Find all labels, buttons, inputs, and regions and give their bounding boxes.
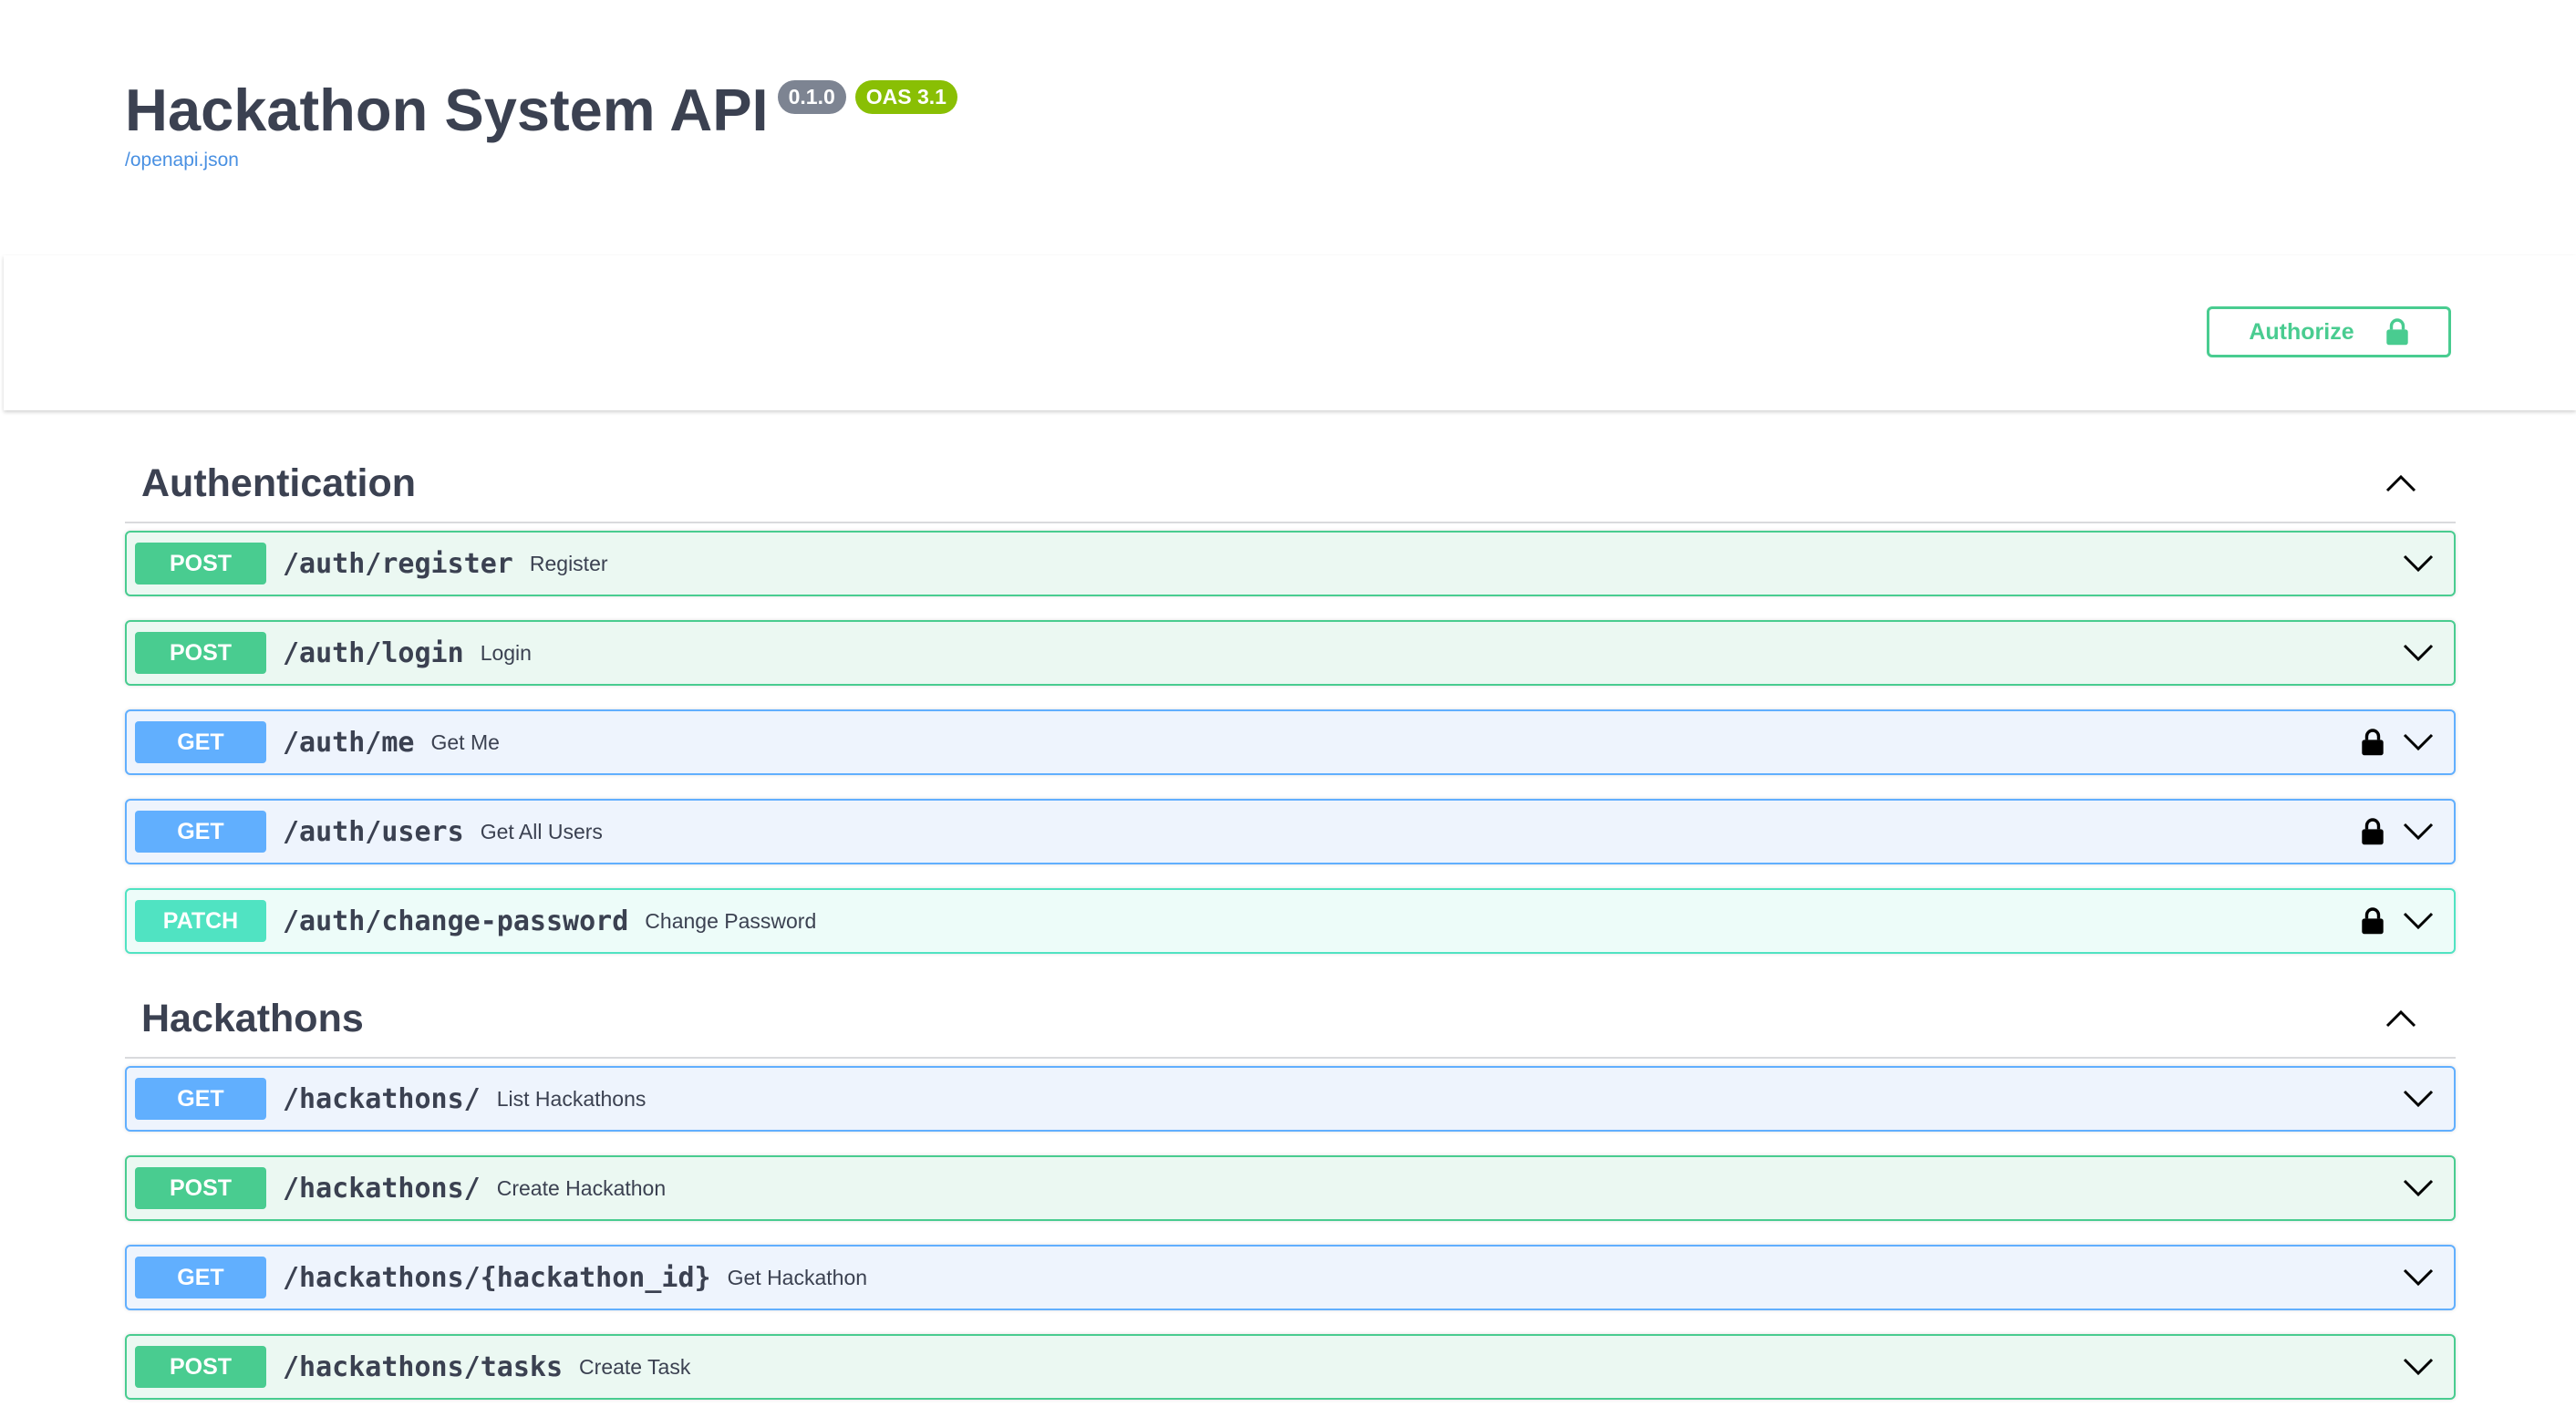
operation-controls [2403,1247,2434,1309]
operation-controls [2361,890,2434,952]
page-title: Hackathon System API [125,77,769,143]
operation-path: /hackathons/ [283,1172,481,1205]
operation-get-hackathon-by-id[interactable]: GET /hackathons/{hackathon_id} Get Hacka… [125,1245,2456,1310]
operation-patch-auth-change-password[interactable]: PATCH /auth/change-password Change Passw… [125,888,2456,954]
operation-summary: Get Hackathon [727,1265,868,1289]
authorize-label: Authorize [2249,318,2354,345]
operation-path: /auth/login [283,636,464,669]
chevron-down-icon[interactable] [2403,912,2434,930]
operation-path: /hackathons/ [283,1082,481,1115]
lock-icon[interactable] [2361,728,2385,757]
chevron-down-icon[interactable] [2403,733,2434,751]
operation-controls [2403,622,2434,684]
operation-post-hackathons-create[interactable]: POST /hackathons/ Create Hackathon [125,1155,2456,1221]
method-badge: POST [135,543,266,585]
tag-section-authentication: Authentication POST /auth/register Regis… [125,445,2456,954]
authorize-button[interactable]: Authorize [2207,306,2451,357]
operation-controls [2361,801,2434,863]
tag-section-hackathons: Hackathons GET /hackathons/ List Hackath… [125,980,2456,1400]
operation-controls [2403,1157,2434,1219]
operation-path: /hackathons/tasks [283,1350,564,1383]
chevron-down-icon[interactable] [2403,1358,2434,1376]
method-badge: POST [135,1167,266,1209]
version-badge: 0.1.0 [777,80,846,114]
operation-summary: Get Me [430,729,500,754]
chevron-down-icon[interactable] [2403,1179,2434,1197]
operation-summary: Create Task [579,1354,691,1379]
tag-name: Authentication [141,460,416,505]
operation-path: /auth/change-password [283,905,629,937]
chevron-down-icon[interactable] [2403,644,2434,662]
oas-badge: OAS 3.1 [854,80,957,114]
lock-icon[interactable] [2361,906,2385,936]
operation-path: /hackathons/{hackathon_id} [283,1261,711,1294]
operation-post-auth-login[interactable]: POST /auth/login Login [125,620,2456,686]
method-badge: GET [135,1257,266,1298]
scheme-container [4,255,2576,410]
method-badge: GET [135,721,266,763]
lock-icon [2385,317,2409,347]
method-badge: POST [135,1346,266,1388]
chevron-down-icon[interactable] [2403,1090,2434,1108]
operation-get-auth-users[interactable]: GET /auth/users Get All Users [125,799,2456,864]
tag-header-authentication[interactable]: Authentication [125,445,2456,523]
chevron-down-icon[interactable] [2403,1268,2434,1287]
method-badge: PATCH [135,900,266,942]
chevron-up-icon[interactable] [2383,1000,2419,1037]
title-row: Hackathon System API 0.1.0 OAS 3.1 [125,73,957,148]
operation-path: /auth/me [283,726,415,759]
operation-get-auth-me[interactable]: GET /auth/me Get Me [125,709,2456,775]
method-badge: GET [135,811,266,853]
operation-post-auth-register[interactable]: POST /auth/register Register [125,531,2456,596]
operation-controls [2403,1336,2434,1398]
operation-summary: Get All Users [480,819,603,843]
operation-get-hackathons-list[interactable]: GET /hackathons/ List Hackathons [125,1066,2456,1132]
operation-path: /auth/users [283,815,464,848]
chevron-down-icon[interactable] [2403,554,2434,573]
operation-summary: Login [480,640,532,665]
operation-controls [2361,711,2434,773]
openapi-spec-link[interactable]: /openapi.json [125,150,957,171]
method-badge: POST [135,632,266,674]
tag-name: Hackathons [141,996,364,1040]
operation-controls [2403,1068,2434,1130]
operation-summary: List Hackathons [496,1086,647,1111]
operation-path: /auth/register [283,547,513,580]
operation-summary: Change Password [645,908,817,933]
tag-header-hackathons[interactable]: Hackathons [125,980,2456,1059]
method-badge: GET [135,1078,266,1120]
lock-icon[interactable] [2361,817,2385,846]
chevron-down-icon[interactable] [2403,822,2434,841]
operation-summary: Register [529,551,608,575]
api-info: Hackathon System API 0.1.0 OAS 3.1 /open… [125,73,957,171]
operation-post-hackathons-tasks[interactable]: POST /hackathons/tasks Create Task [125,1334,2456,1400]
operation-controls [2403,533,2434,595]
chevron-up-icon[interactable] [2383,465,2419,502]
operation-summary: Create Hackathon [496,1175,667,1200]
